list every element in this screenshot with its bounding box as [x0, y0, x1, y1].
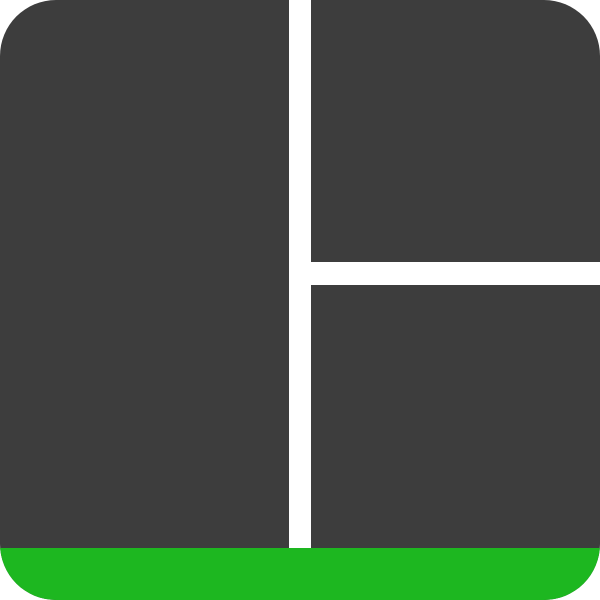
divider-horizontal — [311, 262, 600, 285]
divider-vertical — [289, 0, 311, 548]
layout-icon-container — [0, 0, 600, 600]
accent-bar — [0, 548, 600, 600]
split-layout-icon — [0, 0, 600, 600]
